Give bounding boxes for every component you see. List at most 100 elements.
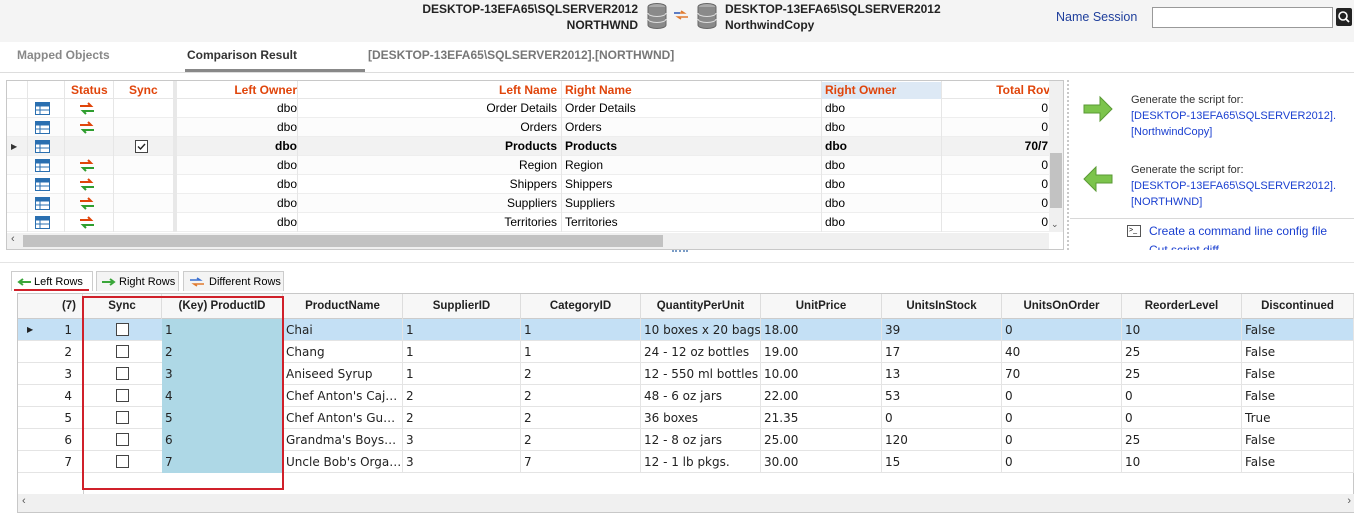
categoryid-cell: 2 — [521, 385, 641, 407]
col-header-left-name[interactable]: Left Name — [299, 82, 557, 99]
reorderlevel-cell: 10 — [1122, 451, 1242, 473]
table-row[interactable]: 2 2 Chang 1 1 24 - 12 oz bottles 19.00 17 40 25 Fa… — [18, 341, 1354, 363]
quantityperunit-cell: 12 - 8 oz jars — [641, 429, 761, 451]
col-header-sync[interactable]: Sync — [83, 294, 162, 319]
generate-right-db[interactable]: [NorthwindCopy] — [1131, 124, 1212, 140]
unitsonorder-cell: 40 — [1002, 341, 1122, 363]
supplierid-cell: 2 — [403, 407, 521, 429]
left-database-icon — [647, 3, 667, 30]
sync-checkbox[interactable] — [116, 411, 129, 424]
compare-arrows-icon — [190, 277, 204, 287]
splitter-handle[interactable] — [672, 250, 688, 254]
generate-left-target[interactable]: [DESKTOP-13EFA65\SQLSERVER2012]. — [1131, 178, 1336, 194]
comparison-header: DESKTOP-13EFA65\SQLSERVER2012 NORTHWND D… — [0, 0, 1354, 42]
col-header-supplierid[interactable]: SupplierID — [403, 294, 521, 319]
horizontal-scrollbar[interactable]: ‹ — [7, 233, 1049, 249]
table-icon — [35, 99, 51, 118]
tab-different-rows[interactable]: Different Rows — [183, 271, 284, 291]
scroll-left-icon[interactable]: ‹ — [22, 495, 26, 507]
col-header-discontinued[interactable]: Discontinued — [1242, 294, 1354, 319]
unitsinstock-cell: 120 — [882, 429, 1002, 451]
unitprice-cell: 18.00 — [761, 319, 882, 341]
sync-checkbox[interactable] — [116, 323, 129, 336]
table-row[interactable]: 3 3 Aniseed Syrup 1 2 12 - 550 ml bottles 10.0… — [18, 363, 1354, 385]
discontinued-cell: False — [1242, 451, 1354, 473]
sync-checkbox[interactable] — [116, 367, 129, 380]
table-row[interactable]: dbo Region Region dbo 0 — [7, 156, 1049, 175]
col-header-reorderlevel[interactable]: ReorderLevel — [1122, 294, 1242, 319]
table-row[interactable]: dbo Order Details Order Details dbo 0 — [7, 99, 1049, 118]
table-row[interactable]: dbo Orders Orders dbo 0 — [7, 118, 1049, 137]
table-row[interactable]: 4 4 Chef Anton's Caj… 2 2 48 - 6 oz jars 22.00… — [18, 385, 1354, 407]
tab-comparison-result[interactable]: Comparison Result — [187, 48, 297, 68]
tab-right-rows[interactable]: Right Rows — [96, 271, 179, 291]
left-name-cell: Orders — [520, 120, 557, 134]
sync-checkbox[interactable] — [116, 433, 129, 446]
arrow-left-icon[interactable] — [1082, 164, 1114, 194]
left-name-cell: Shippers — [509, 177, 557, 191]
tab-mapped-objects[interactable]: Mapped Objects — [17, 48, 110, 68]
col-header-total-rows[interactable]: Total Rov — [942, 82, 1050, 99]
table-row[interactable]: ▶ dbo Products Products dbo 70/7 — [7, 137, 1049, 156]
status-diff-icon — [79, 99, 99, 118]
sync-checkbox[interactable] — [116, 345, 129, 358]
scroll-right-icon[interactable]: › — [1347, 495, 1351, 507]
horizontal-scrollbar[interactable]: ‹ › — [18, 494, 1354, 512]
key-productid-cell: 2 — [162, 341, 283, 363]
col-header-quantityperunit[interactable]: QuantityPerUnit — [641, 294, 761, 319]
session-name-input[interactable] — [1152, 7, 1333, 28]
column-divider — [27, 81, 28, 232]
sync-checkbox[interactable] — [135, 137, 151, 156]
cut-diff-link[interactable]: Cut script diff — [1149, 243, 1219, 250]
generate-right-target[interactable]: [DESKTOP-13EFA65\SQLSERVER2012]. — [1131, 108, 1336, 124]
productname-cell: Uncle Bob's Orga… — [283, 451, 403, 473]
supplierid-cell: 3 — [403, 429, 521, 451]
scroll-left-icon[interactable]: ‹ — [11, 233, 15, 245]
col-header-unitprice[interactable]: UnitPrice — [761, 294, 882, 319]
quantityperunit-cell: 24 - 12 oz bottles — [641, 341, 761, 363]
tab-left-rows[interactable]: Left Rows — [11, 271, 93, 291]
column-splitter[interactable] — [173, 81, 177, 232]
search-icon[interactable] — [1336, 8, 1352, 26]
table-row[interactable]: 6 6 Grandma's Boys… 3 2 12 - 8 oz jars 25.00 12… — [18, 429, 1354, 451]
col-header-categoryid[interactable]: CategoryID — [521, 294, 641, 319]
row-number: 3 — [64, 367, 72, 381]
arrow-right-icon[interactable] — [1082, 94, 1114, 124]
unitsinstock-cell: 39 — [882, 319, 1002, 341]
rows-grid: (7) Sync (Key) ProductID ProductName Suppli… — [17, 293, 1354, 513]
table-row[interactable]: dbo Shippers Shippers dbo 0 — [7, 175, 1049, 194]
vertical-scrollbar[interactable]: ⌄ — [1049, 81, 1063, 232]
generate-left-db[interactable]: [NORTHWND] — [1131, 194, 1202, 210]
table-row[interactable]: 7 7 Uncle Bob's Orga… 3 7 12 - 1 lb pkgs. 30.0… — [18, 451, 1354, 473]
col-header-status[interactable]: Status — [71, 82, 111, 99]
col-header-right-name[interactable]: Right Name — [565, 82, 765, 99]
col-header-key-productid[interactable]: (Key) ProductID — [162, 294, 283, 319]
left-owner-cell: dbo — [275, 139, 297, 153]
table-row[interactable]: ▶ 1 1 Chai 1 1 10 boxes x 20 bags 18.00 39 0 10 Fal… — [18, 319, 1354, 341]
table-row[interactable]: dbo Territories Territories dbo 0 — [7, 213, 1049, 232]
total-rows-cell: 0 — [1041, 101, 1048, 115]
col-header-right-owner[interactable]: Right Owner — [822, 82, 942, 99]
total-rows-cell: 0 — [1041, 196, 1048, 210]
panel-splitter[interactable] — [1067, 80, 1069, 250]
categoryid-cell: 7 — [521, 451, 641, 473]
table-row[interactable]: 5 5 Chef Anton's Gu… 2 2 36 boxes 21.35 0 0 0 True — [18, 407, 1354, 429]
column-divider — [83, 319, 84, 494]
col-header-sync[interactable]: Sync — [129, 82, 169, 99]
right-owner-cell: dbo — [825, 120, 846, 134]
col-header-productname[interactable]: ProductName — [283, 294, 403, 319]
scroll-down-icon[interactable]: ⌄ — [1051, 219, 1059, 230]
col-header-left-owner[interactable]: Left Owner — [179, 82, 297, 99]
sync-checkbox[interactable] — [116, 389, 129, 402]
create-config-link[interactable]: Create a command line config file — [1149, 224, 1327, 238]
left-name-cell: Region — [518, 158, 557, 172]
scroll-thumb[interactable] — [1050, 153, 1062, 208]
col-header-unitsonorder[interactable]: UnitsOnOrder — [1002, 294, 1122, 319]
table-row[interactable]: dbo Suppliers Suppliers dbo 0 — [7, 194, 1049, 213]
row-number: 2 — [64, 345, 72, 359]
table-icon — [35, 175, 51, 194]
sync-checkbox[interactable] — [116, 455, 129, 468]
generate-right-label: Generate the script for: — [1131, 94, 1244, 106]
col-header-unitsinstock[interactable]: UnitsInStock — [882, 294, 1002, 319]
h-scroll-thumb[interactable] — [23, 235, 663, 247]
